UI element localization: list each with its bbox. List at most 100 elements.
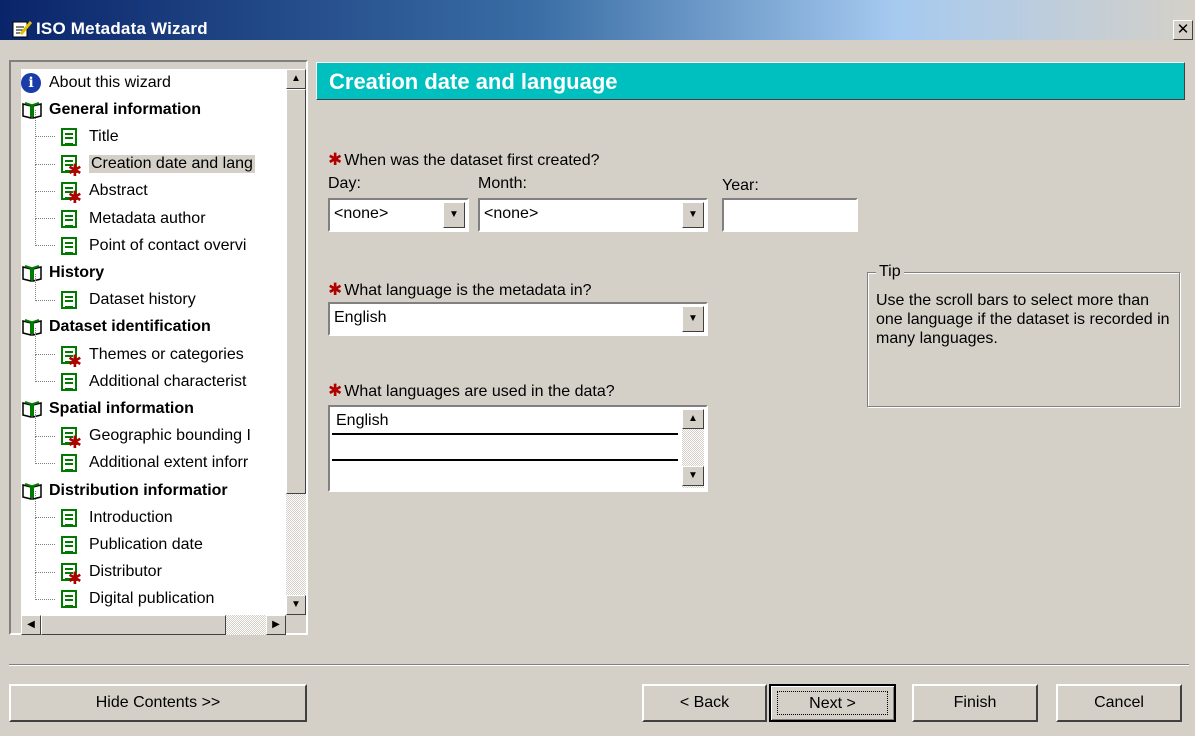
document-icon <box>61 236 77 255</box>
tree-item[interactable]: Title <box>61 123 119 150</box>
chevron-down-icon[interactable]: ▼ <box>443 202 465 228</box>
tree-item[interactable]: Additional extent inforr <box>61 450 248 477</box>
required-star-icon: ✱ <box>67 351 82 371</box>
tree-item[interactable]: Digital publication <box>61 586 214 613</box>
tree-item-label: Additional extent inforr <box>89 454 249 472</box>
tree-item[interactable]: Introduction <box>61 504 173 531</box>
close-icon: ✕ <box>1176 21 1190 38</box>
tree-item[interactable]: Dataset identification <box>21 314 211 341</box>
tree-connector <box>35 436 36 464</box>
tree-connector <box>35 218 55 219</box>
tree-connector <box>35 192 36 219</box>
hide-contents-button[interactable]: Hide Contents >> <box>9 684 307 722</box>
tree-item-label: Creation date and lang <box>89 155 255 174</box>
required-star-icon: ✱ <box>328 280 343 299</box>
tip-title: Tip <box>876 263 904 281</box>
tree-connector <box>35 572 36 600</box>
scroll-down-button[interactable]: ▼ <box>286 595 306 615</box>
list-item[interactable]: English <box>332 409 678 435</box>
tree-item-label: Distributor <box>89 563 162 581</box>
tree-connector <box>35 545 36 573</box>
info-icon: i <box>21 72 41 93</box>
list-item[interactable] <box>332 435 678 461</box>
chevron-down-icon[interactable]: ▼ <box>682 306 704 332</box>
metadata-language-question-text: What language is the metadata in? <box>344 282 592 299</box>
tree-item[interactable]: Point of contact overvi <box>61 232 246 259</box>
hscroll-thumb[interactable] <box>41 615 226 635</box>
cancel-button[interactable]: Cancel <box>1056 684 1182 722</box>
tree-item[interactable]: Spatial information <box>21 395 194 422</box>
document-icon <box>61 535 77 554</box>
month-select[interactable]: <none> ▼ <box>478 198 708 232</box>
tree-connector <box>35 273 36 301</box>
tree-vertical-scrollbar[interactable]: ▲ ▼ <box>286 69 306 615</box>
day-select[interactable]: <none> ▼ <box>328 198 469 232</box>
scroll-left-button[interactable]: ◀ <box>21 615 41 635</box>
tree-connector <box>35 409 36 437</box>
tree-connector <box>35 136 55 138</box>
tree-item[interactable]: ✱ Distributor <box>61 559 162 587</box>
tree-item[interactable]: Additional characterist <box>61 368 246 395</box>
tree-item[interactable]: ✱ Abstract <box>61 178 148 206</box>
tree-connector <box>35 110 36 138</box>
next-button[interactable]: Next > <box>769 684 896 722</box>
required-star-icon: ✱ <box>328 381 343 400</box>
metadata-language-select[interactable]: English ▼ <box>328 302 708 336</box>
tip-groupbox: Tip Use the scroll bars to select more t… <box>867 263 1180 407</box>
languages-scrollbar[interactable]: ▲ ▼ <box>682 409 704 488</box>
tree-item[interactable]: Distribution informatior <box>21 477 228 504</box>
finish-button[interactable]: Finish <box>912 684 1038 722</box>
tree-item[interactable]: ✱ Geographic bounding I <box>61 423 251 451</box>
required-star-icon: ✱ <box>328 150 343 169</box>
metadata-language-value: English <box>334 309 387 326</box>
tree-horizontal-scrollbar[interactable]: ◀ ▶ <box>21 615 286 635</box>
tree-item-label: Title <box>89 127 119 145</box>
tree-item[interactable]: ✱ Creation date and lang <box>61 151 255 181</box>
document-icon <box>61 372 77 391</box>
tree-connector <box>35 355 36 383</box>
document-icon <box>61 590 77 609</box>
contents-tree: i About this wizard General information Tit… <box>21 69 286 615</box>
document-icon <box>61 209 77 228</box>
tree-connector <box>35 544 55 546</box>
tree-connector <box>35 517 55 519</box>
document-icon <box>61 291 77 310</box>
scroll-up-button[interactable]: ▲ <box>682 409 704 429</box>
scroll-right-button[interactable]: ▶ <box>266 615 286 635</box>
data-languages-list[interactable]: English ▲ ▼ <box>328 405 708 492</box>
tree-item[interactable]: i About this wizard <box>21 69 171 96</box>
tree-connector <box>35 598 55 600</box>
tree-item-label: Point of contact overvi <box>89 236 247 254</box>
data-languages-question-text: What languages are used in the data? <box>344 383 615 400</box>
tree-item[interactable]: History <box>21 259 104 286</box>
tree-connector <box>35 299 55 301</box>
tree-item-label: Abstract <box>89 182 148 200</box>
title-bar: ISO Metadata Wizard ✕ <box>0 0 1195 40</box>
tree-item[interactable]: Metadata author <box>61 205 206 232</box>
tree-item[interactable]: Publication date <box>61 531 203 558</box>
tree-connector <box>35 571 55 573</box>
tree-item[interactable]: Dataset history <box>61 287 196 314</box>
scroll-thumb[interactable] <box>286 89 306 494</box>
document-icon: ✱ <box>61 427 82 451</box>
data-languages-question: ✱ What languages are used in the data? <box>328 381 615 401</box>
required-star-icon: ✱ <box>67 161 82 181</box>
back-button[interactable]: < Back <box>642 684 767 722</box>
next-button-label: Next > <box>777 691 888 715</box>
chevron-down-icon[interactable]: ▼ <box>682 202 704 228</box>
creation-date-question-text: When was the dataset first created? <box>344 152 600 169</box>
scroll-up-button[interactable]: ▲ <box>286 69 306 89</box>
tree-item[interactable]: General information <box>21 96 201 123</box>
list-item[interactable] <box>332 461 678 487</box>
tree-item[interactable]: ✱ Themes or categories <box>61 341 244 371</box>
close-button[interactable]: ✕ <box>1173 20 1193 40</box>
metadata-language-question: ✱ What language is the metadata in? <box>328 280 592 300</box>
book-icon <box>22 482 42 500</box>
tree-item-label: About this wizard <box>49 73 171 91</box>
scroll-down-button[interactable]: ▼ <box>682 466 704 486</box>
document-icon <box>61 508 77 527</box>
tip-text: Use the scroll bars to select more than … <box>876 292 1170 347</box>
tree-connector <box>35 435 55 437</box>
contents-panel: i About this wizard General information Tit… <box>9 60 308 635</box>
year-field[interactable] <box>722 198 858 232</box>
